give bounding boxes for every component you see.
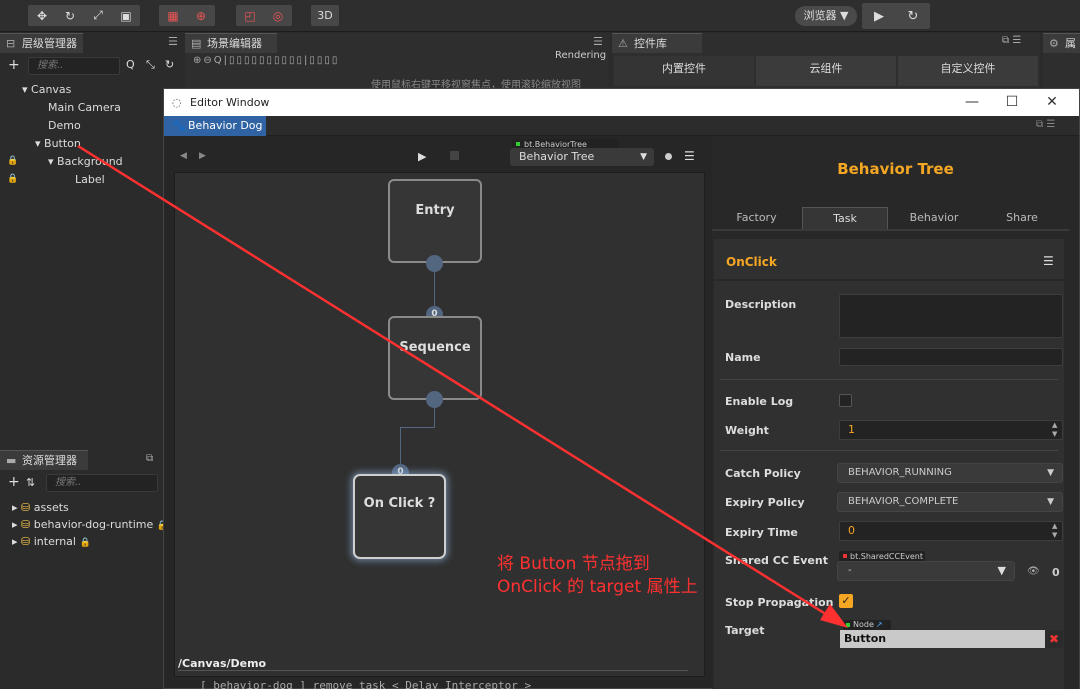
drag-arrow: [77, 144, 848, 628]
arrow-line: [77, 144, 833, 620]
arrow-head: [820, 604, 848, 628]
